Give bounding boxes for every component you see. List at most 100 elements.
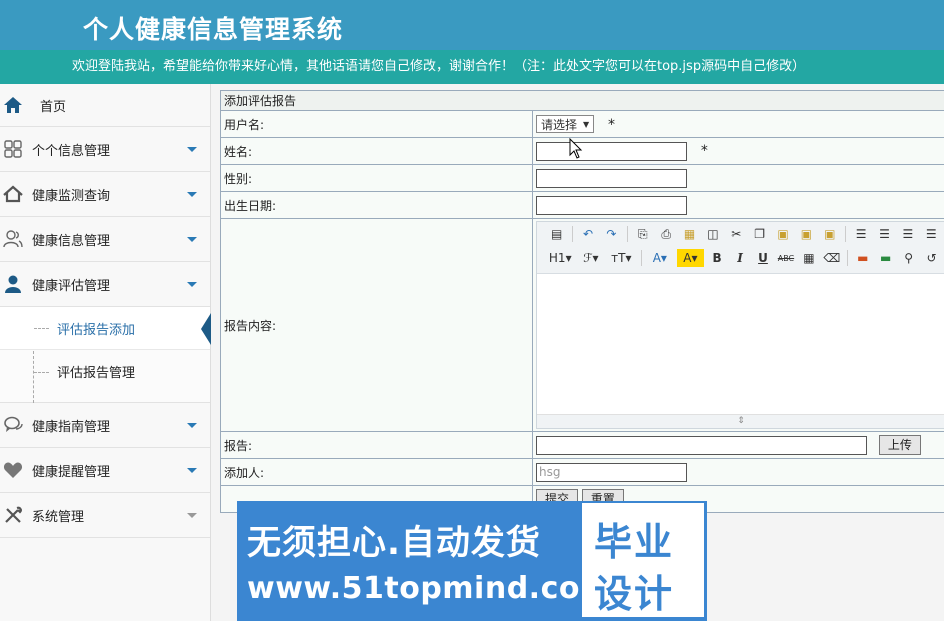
chevron-down-icon [187, 423, 197, 428]
image-icon[interactable]: ▬ [853, 249, 872, 267]
paste-icon[interactable]: ▣ [773, 225, 792, 243]
editor-toolbar: ▤ ↶ ↷ ⎘ ⎙ ▦ ◫ ✂ ❐ ▣ ▣ ▣ ☰ ☰ ☰ ☰ H1 ▾ ℱ ▾… [537, 222, 944, 274]
sidebar-item-label: 个个信息管理 [32, 143, 111, 159]
sidebar-subitem-label: 评估报告管理 [57, 366, 136, 381]
font-size-button[interactable]: тT ▾ [608, 249, 635, 267]
align-right-icon[interactable]: ☰ [898, 225, 917, 243]
source-icon[interactable]: ▤ [547, 225, 566, 243]
home-icon [4, 97, 22, 113]
sidebar-item-label: 健康评估管理 [32, 278, 111, 294]
birth-date-field[interactable] [536, 195, 687, 215]
adder-label: 添加人: [220, 458, 533, 486]
sidebar-subitem-manage-report[interactable]: 评估报告管理 [0, 350, 210, 393]
cut-icon[interactable]: ✂ [727, 225, 746, 243]
editor-body[interactable] [537, 275, 944, 414]
gender-field[interactable] [536, 168, 687, 188]
align-center-icon[interactable]: ☰ [875, 225, 894, 243]
bg-color-label: A [683, 251, 692, 265]
chevron-down-icon [187, 147, 197, 152]
sidebar-item-home[interactable]: 首页 [0, 84, 210, 127]
sidebar-subitem-add-report[interactable]: 评估报告添加 [0, 307, 211, 350]
report-file-label: 报告: [220, 431, 533, 459]
birth-date-label: 出生日期: [220, 191, 533, 219]
eraser-icon[interactable]: ⌫ [822, 249, 841, 267]
chat-icon [4, 416, 23, 432]
font-size-label: тT [611, 251, 626, 265]
active-indicator [201, 313, 211, 345]
paste-word-icon[interactable]: ▣ [820, 225, 839, 243]
strikethrough-button[interactable]: ABC [776, 249, 795, 267]
align-justify-icon[interactable]: ☰ [922, 225, 941, 243]
rich-text-editor[interactable]: ▤ ↶ ↷ ⎘ ⎙ ▦ ◫ ✂ ❐ ▣ ▣ ▣ ☰ ☰ ☰ ☰ H1 ▾ ℱ ▾… [536, 221, 944, 429]
toolbar-separator [572, 226, 574, 242]
tree-dash [34, 328, 49, 329]
print-icon[interactable]: ⎙ [656, 225, 675, 243]
dropdown-arrow-icon: ▼ [583, 119, 590, 129]
undo-icon[interactable]: ↶ [578, 225, 597, 243]
sidebar-item-personal-info[interactable]: 个个信息管理 [0, 127, 210, 172]
required-mark: * [608, 116, 615, 133]
heading-button[interactable]: H1 ▾ [547, 249, 574, 267]
form-title: 添加评估报告 [220, 90, 944, 111]
sidebar-item-label: 健康信息管理 [32, 233, 111, 249]
sidebar-item-system[interactable]: 系统管理 [0, 493, 210, 538]
grid-icon [4, 140, 22, 158]
username-label: 用户名: [220, 110, 533, 138]
tree-dash [34, 371, 49, 373]
template-icon[interactable]: ▦ [680, 225, 699, 243]
align-left-icon[interactable]: ☰ [851, 225, 870, 243]
sidebar-item-label: 健康提醒管理 [32, 464, 111, 480]
user-icon [5, 275, 21, 293]
font-family-label: ℱ [583, 251, 593, 265]
bold-button[interactable]: B [708, 249, 727, 267]
name-field[interactable] [536, 141, 687, 161]
sidebar-item-health-guide[interactable]: 健康指南管理 [0, 403, 210, 448]
welcome-banner: 欢迎登陆我站，希望能给你带来好心情，其他话语请您自己修改，谢谢合作！（注：此处文… [0, 50, 944, 84]
upload-button[interactable]: 上传 [878, 435, 921, 455]
resize-handle-icon[interactable]: ⇕ [537, 414, 944, 428]
sidebar-item-label: 健康指南管理 [32, 419, 111, 435]
watermark-badge-line2: 设计 [594, 572, 675, 616]
report-content-label: 报告内容: [220, 218, 533, 432]
preview-icon[interactable]: ⎘ [633, 225, 652, 243]
font-family-button[interactable]: ℱ ▾ [578, 249, 605, 267]
sidebar-item-health-info[interactable]: 健康信息管理 [0, 217, 210, 262]
sidebar-item-health-assessment[interactable]: 健康评估管理 [0, 262, 210, 307]
sidebar-item-health-monitor[interactable]: 健康监测查询 [0, 172, 210, 217]
chevron-down-icon [187, 237, 197, 242]
chevron-down-icon [187, 282, 197, 287]
link-icon[interactable]: ⚲ [899, 249, 918, 267]
toolbar-separator [640, 250, 642, 266]
chevron-down-icon [187, 468, 197, 473]
watermark-badge-line1: 毕业 [594, 520, 675, 564]
username-select[interactable]: 请选择 ▼ [536, 115, 595, 133]
watermark-badge: 毕业 设计 [582, 503, 704, 617]
paste-text-icon[interactable]: ▣ [797, 225, 816, 243]
watermark-url: www.51topmind.com [247, 571, 612, 606]
table-icon[interactable]: ▦ [799, 249, 818, 267]
gender-label: 性别: [220, 164, 533, 192]
toolbar-separator [845, 226, 847, 242]
italic-button[interactable]: I [731, 249, 750, 267]
bg-color-button[interactable]: A ▾ [677, 249, 704, 267]
sidebar: 首页 个个信息管理 健康监测查询 健康信息管理 健康评估管理 评估报告添加 评估… [0, 84, 211, 621]
heart-icon [3, 462, 23, 478]
underline-button[interactable]: U [754, 249, 773, 267]
adder-field[interactable]: hsg [536, 462, 687, 482]
name-label: 姓名: [220, 137, 533, 165]
sidebar-item-label: 系统管理 [32, 509, 85, 525]
tools-icon [5, 506, 22, 523]
unlink-icon[interactable]: ↺ [922, 249, 941, 267]
redo-icon[interactable]: ↷ [602, 225, 621, 243]
mouse-cursor-icon [569, 138, 583, 159]
text-color-label: A [652, 251, 661, 265]
code-icon[interactable]: ◫ [703, 225, 722, 243]
copy-icon[interactable]: ❐ [750, 225, 769, 243]
report-file-field[interactable] [536, 435, 867, 455]
required-mark: * [700, 142, 708, 159]
sidebar-item-health-reminder[interactable]: 健康提醒管理 [0, 448, 210, 493]
username-select-value: 请选择 [541, 117, 578, 132]
media-icon[interactable]: ▬ [876, 249, 895, 267]
sidebar-subitem-label: 评估报告添加 [57, 322, 136, 338]
text-color-button[interactable]: A ▾ [647, 249, 674, 267]
